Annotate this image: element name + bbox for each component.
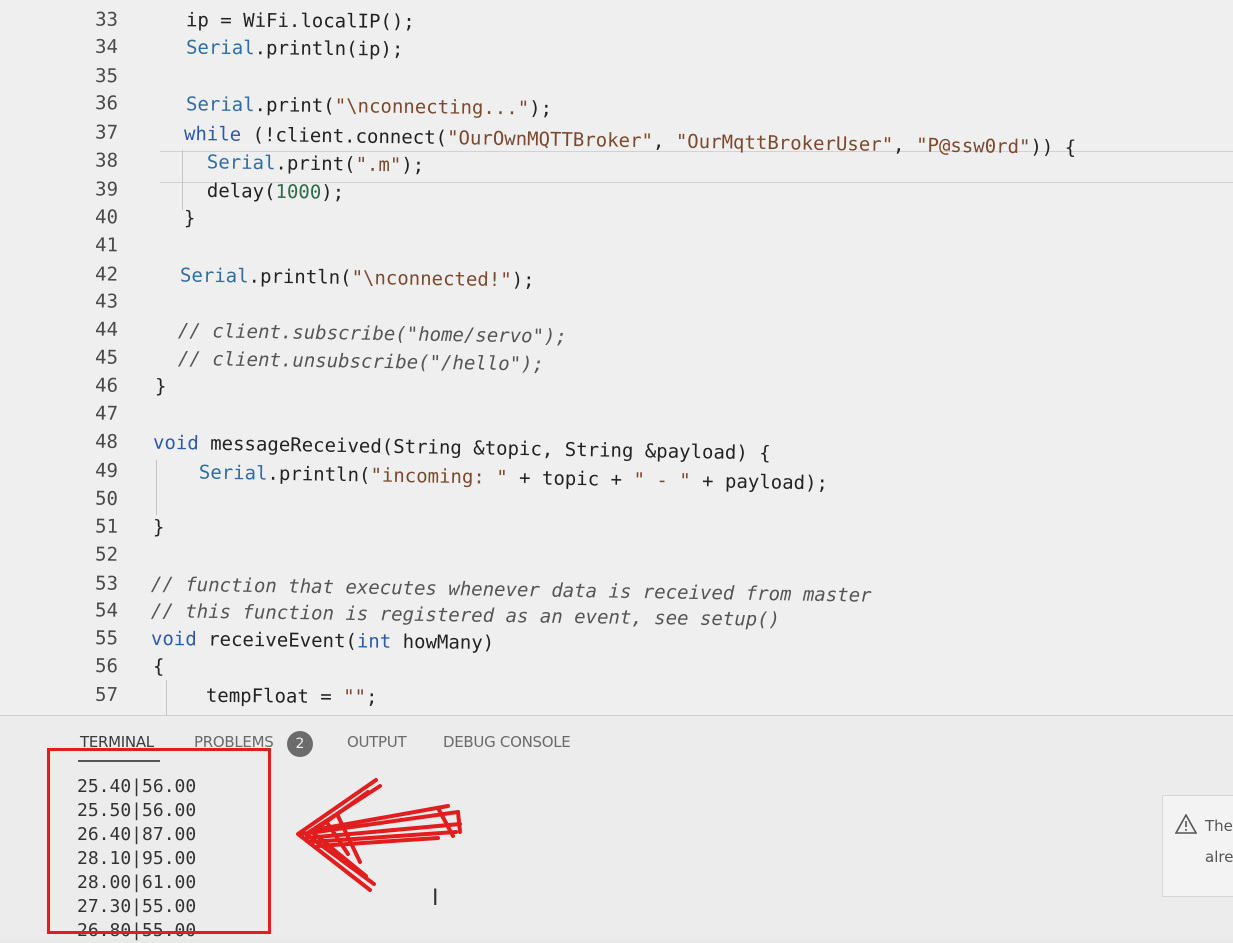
line-number: 40 xyxy=(94,206,119,229)
line-number: 33 xyxy=(95,8,119,31)
annotation-arrow-icon xyxy=(296,778,462,892)
line-number: 55 xyxy=(94,627,119,650)
line-number: 39 xyxy=(94,178,119,201)
annotation-highlight-box xyxy=(47,748,271,934)
code-text: delay(1000); xyxy=(183,179,345,204)
indent-guide xyxy=(182,150,183,210)
code-text: } xyxy=(183,207,196,230)
line-number: 46 xyxy=(94,374,119,397)
text-cursor-icon: I xyxy=(432,886,439,911)
line-number: 53 xyxy=(94,572,119,595)
line-number: 38 xyxy=(94,149,119,172)
line-number: 47 xyxy=(94,402,119,425)
line-number: 35 xyxy=(94,64,119,88)
indent-guide xyxy=(156,460,157,515)
code-editor[interactable]: 33 ip = WiFi.localIP(); 34 Serial.println(i… xyxy=(0,0,1233,715)
tab-output[interactable]: OUTPUT xyxy=(347,733,407,751)
notification-toast[interactable]: The alre xyxy=(1162,795,1233,897)
line-number: 34 xyxy=(95,35,119,59)
line-number: 37 xyxy=(94,121,119,144)
notification-text: alre xyxy=(1205,848,1233,866)
line-number: 57 xyxy=(95,683,119,707)
code-text: tempFloat = ""; xyxy=(182,684,378,709)
line-number: 56 xyxy=(94,654,119,678)
line-number: 42 xyxy=(94,263,119,286)
code-text: } xyxy=(152,516,165,539)
line-number: 48 xyxy=(94,430,119,454)
line-number: 54 xyxy=(94,599,119,622)
line-number: 43 xyxy=(94,290,119,313)
code-text: Serial.print(".m"); xyxy=(183,150,425,177)
code-text: Serial.print("\nconnecting..."); xyxy=(185,93,553,120)
problems-count-badge: 2 xyxy=(287,731,313,757)
indent-guide xyxy=(166,680,167,715)
code-text: ip = WiFi.localIP(); xyxy=(185,9,415,33)
code-text: { xyxy=(152,655,165,678)
line-number: 44 xyxy=(94,318,119,341)
line-number: 36 xyxy=(94,92,119,115)
line-number: 45 xyxy=(94,346,119,369)
tab-debug-console[interactable]: DEBUG CONSOLE xyxy=(443,733,571,751)
code-text: Serial.println(ip); xyxy=(185,36,404,61)
line-number: 50 xyxy=(94,487,119,511)
code-text: } xyxy=(154,375,167,398)
notification-text: The xyxy=(1205,817,1233,835)
line-number: 49 xyxy=(94,459,119,483)
line-number: 41 xyxy=(94,234,119,257)
line-number: 51 xyxy=(94,515,119,538)
code-text: // client.unsubscribe("/hello"); xyxy=(177,347,545,376)
line-number: 52 xyxy=(94,543,119,566)
warning-icon xyxy=(1175,814,1197,834)
code-text: void receiveEvent(int howMany) xyxy=(150,627,495,655)
